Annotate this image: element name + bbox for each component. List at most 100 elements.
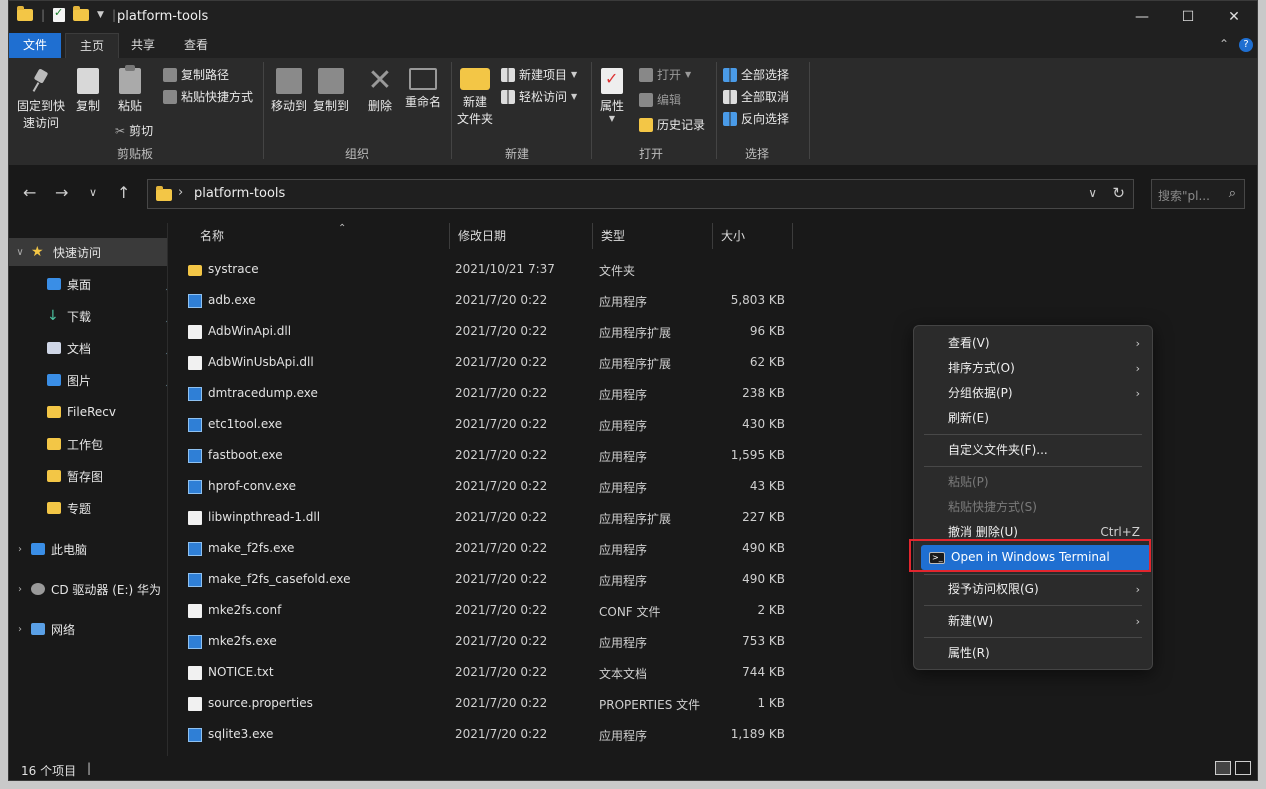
rename-button[interactable]: 重命名	[403, 68, 443, 111]
nav-item-workpack[interactable]: 工作包	[9, 430, 183, 458]
invert-selection-button[interactable]: 反向选择	[723, 110, 789, 127]
select-all-button[interactable]: 全部选择	[723, 66, 789, 83]
file-size: 227 KB	[713, 510, 785, 524]
file-row[interactable]: libwinpthread-1.dll2021/7/20 0:22应用程序扩展2…	[168, 502, 928, 533]
nav-item-topics[interactable]: 专题	[9, 494, 183, 522]
up-button[interactable]: ↑	[117, 183, 130, 202]
file-row[interactable]: source.properties2021/7/20 0:22PROPERTIE…	[168, 688, 928, 719]
new-folder-button[interactable]: 新建 文件夹	[455, 68, 495, 128]
help-icon[interactable]: ?	[1239, 38, 1253, 52]
file-row[interactable]: make_f2fs_casefold.exe2021/7/20 0:22应用程序…	[168, 564, 928, 595]
refresh-icon[interactable]: ↻	[1112, 184, 1125, 202]
file-row[interactable]: etc1tool.exe2021/7/20 0:22应用程序430 KB	[168, 409, 928, 440]
search-input[interactable]: 搜索"pl... ⌕	[1151, 179, 1245, 209]
file-row[interactable]: dmtracedump.exe2021/7/20 0:22应用程序238 KB	[168, 378, 928, 409]
nav-quick-access[interactable]: ∨★快速访问	[9, 238, 167, 266]
network-icon	[31, 623, 45, 635]
file-row[interactable]: AdbWinApi.dll2021/7/20 0:22应用程序扩展96 KB	[168, 316, 928, 347]
group-divider	[263, 62, 264, 159]
file-row[interactable]: adb.exe2021/7/20 0:22应用程序5,803 KB	[168, 285, 928, 316]
menu-item-customize-folder[interactable]: 自定义文件夹(F)...	[918, 438, 1148, 463]
new-item-icon	[501, 68, 515, 82]
nav-item-documents[interactable]: 文档📌	[9, 334, 183, 362]
paste-shortcut-button[interactable]: 粘贴快捷方式	[163, 88, 253, 105]
properties-button[interactable]: 属性 ▼	[597, 68, 627, 123]
expand-chevron-icon[interactable]: ›	[9, 624, 31, 635]
copy-to-button[interactable]: 复制到	[313, 68, 349, 115]
file-row[interactable]: hprof-conv.exe2021/7/20 0:22应用程序43 KB	[168, 471, 928, 502]
tab-view[interactable]: 查看	[170, 33, 222, 58]
nav-network[interactable]: ›网络	[9, 615, 167, 643]
pin-quick-access-button[interactable]: 固定到快 速访问	[15, 68, 67, 132]
column-header-size[interactable]: 大小	[713, 223, 793, 249]
column-header-name[interactable]: ⌃ 名称	[192, 223, 450, 249]
file-row[interactable]: sqlite3.exe2021/7/20 0:22应用程序1,189 KB	[168, 719, 928, 750]
column-header-type[interactable]: 类型	[593, 223, 713, 249]
nav-item-downloads[interactable]: ↓下载📌	[9, 302, 183, 330]
file-row[interactable]: AdbWinUsbApi.dll2021/7/20 0:22应用程序扩展62 K…	[168, 347, 928, 378]
nav-item-desktop[interactable]: 桌面📌	[9, 270, 183, 298]
menu-item-view[interactable]: 查看(V)›	[918, 331, 1148, 356]
move-to-button[interactable]: 移动到	[271, 68, 307, 115]
file-row[interactable]: make_f2fs.exe2021/7/20 0:22应用程序490 KB	[168, 533, 928, 564]
file-row[interactable]: fastboot.exe2021/7/20 0:22应用程序1,595 KB	[168, 440, 928, 471]
tab-share[interactable]: 共享	[117, 33, 169, 58]
expand-chevron-icon[interactable]: ∨	[9, 247, 31, 258]
close-button[interactable]: ✕	[1211, 1, 1257, 33]
expand-chevron-icon[interactable]: ›	[9, 544, 31, 555]
cut-button[interactable]: ✂剪切	[115, 122, 153, 139]
nav-item-temp-images[interactable]: 暂存图	[9, 462, 183, 490]
status-bar: 16 个项目 |	[9, 756, 1257, 781]
history-button[interactable]: 历史记录	[639, 116, 705, 133]
edit-button[interactable]: 编辑	[639, 91, 681, 108]
expand-chevron-icon[interactable]: ›	[9, 584, 31, 595]
maximize-button[interactable]: ☐	[1165, 1, 1211, 33]
easy-access-button[interactable]: 轻松访问▼	[501, 88, 577, 105]
menu-item-give-access[interactable]: 授予访问权限(G)›	[918, 577, 1148, 602]
file-row[interactable]: mke2fs.exe2021/7/20 0:22应用程序753 KB	[168, 626, 928, 657]
customize-toolbar-chevron-icon[interactable]: ▼	[97, 10, 104, 20]
tab-file[interactable]: 文件	[9, 33, 61, 58]
collapse-ribbon-icon[interactable]: ⌃	[1219, 37, 1229, 51]
menu-item-properties[interactable]: 属性(R)	[918, 641, 1148, 666]
menu-item-group-by[interactable]: 分组依据(P)›	[918, 381, 1148, 406]
menu-item-sort-by[interactable]: 排序方式(O)›	[918, 356, 1148, 381]
dropdown-arrow-icon: ▼	[571, 70, 577, 79]
back-button[interactable]: ←	[23, 183, 36, 202]
address-bar[interactable]: › platform-tools ∨ ↻	[147, 179, 1134, 209]
sort-ascending-icon: ⌃	[338, 216, 346, 242]
select-none-button[interactable]: 全部取消	[723, 88, 789, 105]
menu-item-refresh[interactable]: 刷新(E)	[918, 406, 1148, 431]
file-list[interactable]: ⌃ 名称 修改日期 类型 大小 systrace2021/10/21 7:37文…	[168, 223, 928, 756]
forward-button[interactable]: →	[55, 183, 68, 202]
paste-button[interactable]: 粘贴	[115, 68, 145, 115]
large-icons-view-button[interactable]	[1235, 761, 1251, 775]
tab-home[interactable]: 主页	[65, 33, 119, 59]
nav-this-pc[interactable]: ›此电脑	[9, 535, 167, 563]
file-size: 96 KB	[713, 324, 785, 338]
details-view-button[interactable]	[1215, 761, 1231, 775]
file-row[interactable]: NOTICE.txt2021/7/20 0:22文本文档744 KB	[168, 657, 928, 688]
new-folder-icon[interactable]	[73, 9, 89, 21]
properties-icon[interactable]	[53, 8, 65, 22]
file-row[interactable]: mke2fs.conf2021/7/20 0:22CONF 文件2 KB	[168, 595, 928, 626]
minimize-button[interactable]: —	[1119, 1, 1165, 33]
copy-path-button[interactable]: 复制路径	[163, 66, 229, 83]
select-all-icon	[723, 68, 737, 82]
address-dropdown-icon[interactable]: ∨	[1088, 186, 1097, 200]
new-item-button[interactable]: 新建项目▼	[501, 66, 577, 83]
copy-button[interactable]: 复制	[73, 68, 103, 115]
properties-label: 属性	[597, 98, 627, 115]
column-header-date[interactable]: 修改日期	[450, 223, 593, 249]
nav-cd-drive[interactable]: ›CD 驱动器 (E:) 华为	[9, 575, 167, 603]
nav-item-filerecv[interactable]: FileRecv	[9, 398, 183, 426]
delete-button[interactable]: ✕ 删除	[365, 68, 395, 115]
breadcrumb[interactable]: platform-tools	[194, 186, 285, 201]
breadcrumb-chevron-icon[interactable]: ›	[178, 185, 183, 200]
file-date: 2021/7/20 0:22	[455, 665, 547, 679]
open-button[interactable]: 打开▼	[639, 66, 691, 83]
file-row[interactable]: systrace2021/10/21 7:37文件夹	[168, 254, 928, 285]
menu-item-new[interactable]: 新建(W)›	[918, 609, 1148, 634]
nav-item-pictures[interactable]: 图片📌	[9, 366, 183, 394]
recent-locations-chevron-icon[interactable]: ∨	[89, 186, 97, 199]
